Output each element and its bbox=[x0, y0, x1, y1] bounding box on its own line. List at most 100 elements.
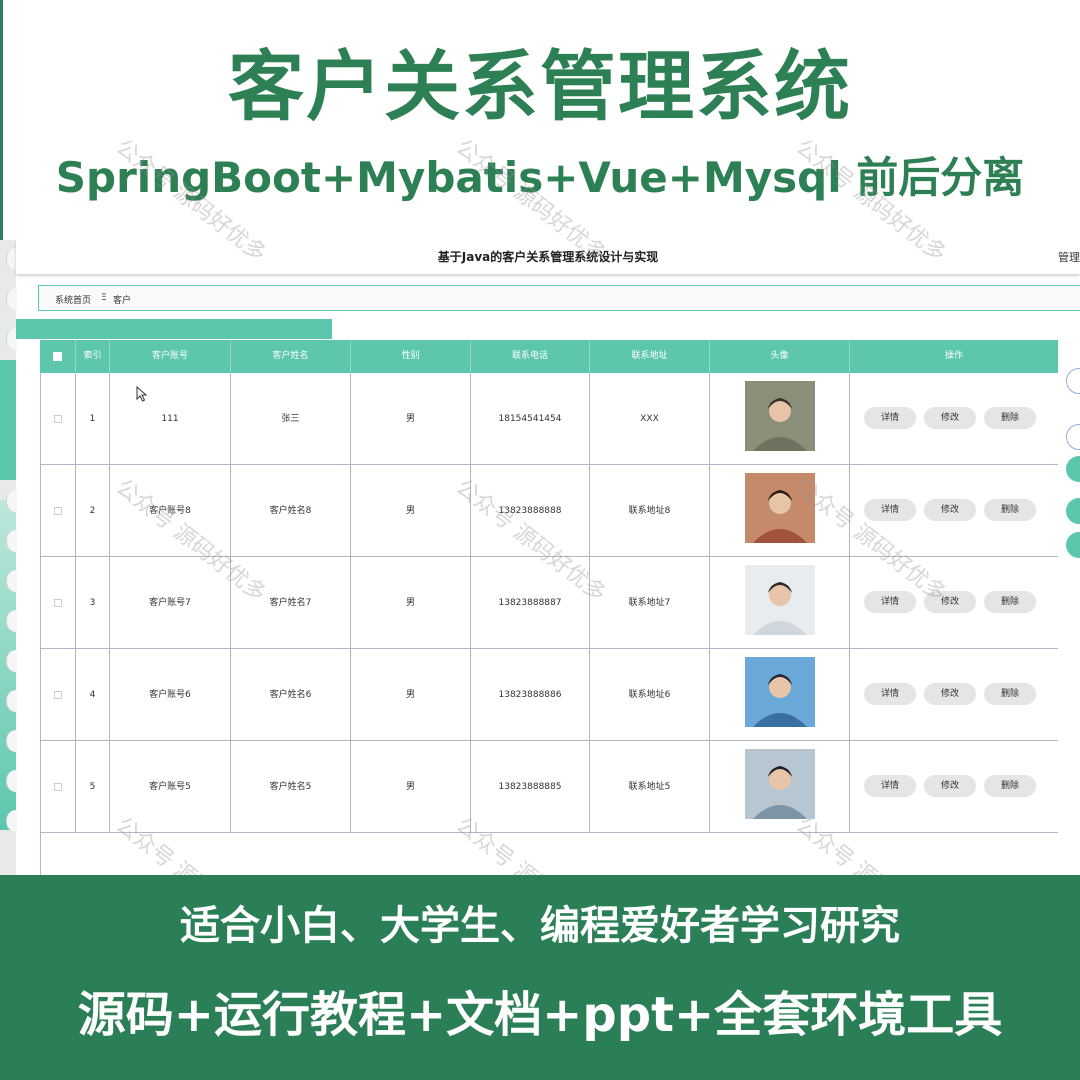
cell-actions: 详情 修改 删除 bbox=[850, 465, 1058, 557]
row-checkbox[interactable] bbox=[54, 783, 62, 791]
cell-phone: 18154541454 bbox=[471, 373, 590, 465]
float-button[interactable] bbox=[1066, 532, 1080, 558]
cell-name: 客户姓名7 bbox=[231, 557, 351, 649]
cell-index: 5 bbox=[76, 741, 110, 833]
app-title: 基于Java的客户关系管理系统设计与实现 bbox=[437, 250, 659, 264]
delete-button[interactable]: 删除 bbox=[984, 499, 1036, 521]
mouse-cursor-icon bbox=[136, 386, 148, 402]
app-screenshot: 基于Java的客户关系管理系统设计与实现 管理 系统首页 Ξ 客户 索引 客户账… bbox=[0, 240, 1080, 875]
delete-button[interactable]: 删除 bbox=[984, 683, 1036, 705]
cell-index: 1 bbox=[76, 373, 110, 465]
breadcrumb-separator-icon: Ξ bbox=[101, 293, 107, 303]
detail-button[interactable]: 详情 bbox=[864, 683, 916, 705]
cell-address: 联系地址8 bbox=[590, 465, 710, 557]
cell-avatar bbox=[710, 465, 850, 557]
table-row: 4 客户账号6 客户姓名6 男 13823888886 联系地址6 详情 修改 删除 bbox=[40, 649, 1058, 741]
edit-button[interactable]: 修改 bbox=[924, 683, 976, 705]
banner-line-2: 源码+运行教程+文档+ppt+全套环境工具 bbox=[77, 987, 1003, 1043]
cell-actions: 详情 修改 删除 bbox=[850, 741, 1058, 833]
delete-button[interactable]: 删除 bbox=[984, 407, 1036, 429]
table-row: 3 客户账号7 客户姓名7 男 13823888887 联系地址7 详情 修改 删除 bbox=[40, 557, 1058, 649]
cell-avatar bbox=[710, 741, 850, 833]
row-select-cell bbox=[40, 741, 76, 833]
cell-avatar bbox=[710, 649, 850, 741]
avatar bbox=[745, 565, 815, 635]
cell-phone: 13823888886 bbox=[471, 649, 590, 741]
row-checkbox[interactable] bbox=[54, 599, 62, 607]
cell-gender: 男 bbox=[351, 557, 471, 649]
avatar bbox=[745, 749, 815, 819]
table-row: 5 客户账号5 客户姓名5 男 13823888885 联系地址5 详情 修改 删除 bbox=[40, 741, 1058, 833]
cell-account: 客户账号7 bbox=[110, 557, 231, 649]
detail-button[interactable]: 详情 bbox=[864, 499, 916, 521]
row-checkbox[interactable] bbox=[54, 691, 62, 699]
toolbar-tab-strip bbox=[16, 319, 332, 339]
promo-banner: 适合小白、大学生、编程爱好者学习研究 源码+运行教程+文档+ppt+全套环境工具 bbox=[0, 875, 1080, 1080]
row-select-cell bbox=[40, 557, 76, 649]
avatar bbox=[745, 381, 815, 451]
cell-account: 111 bbox=[110, 373, 231, 465]
cell-gender: 男 bbox=[351, 741, 471, 833]
cell-address: 联系地址5 bbox=[590, 741, 710, 833]
row-select-cell bbox=[40, 465, 76, 557]
header-user-menu[interactable]: 管理 bbox=[1058, 249, 1080, 265]
row-checkbox[interactable] bbox=[54, 507, 62, 515]
cell-actions: 详情 修改 删除 bbox=[850, 373, 1058, 465]
app-header: 基于Java的客户关系管理系统设计与实现 管理 bbox=[16, 240, 1080, 274]
cell-gender: 男 bbox=[351, 373, 471, 465]
column-header: 索引 bbox=[76, 340, 110, 373]
table-header: 索引 客户账号 客户姓名 性别 联系电话 联系地址 头像 操作 bbox=[40, 340, 1058, 373]
table-row: 1 111 张三男 18154541454 XXX 详情 修改 删除 bbox=[40, 373, 1058, 465]
cell-index: 3 bbox=[76, 557, 110, 649]
row-select-cell bbox=[40, 649, 76, 741]
float-button[interactable] bbox=[1066, 424, 1080, 450]
detail-button[interactable]: 详情 bbox=[864, 591, 916, 613]
cell-name: 客户姓名8 bbox=[231, 465, 351, 557]
column-header: 操作 bbox=[944, 351, 963, 361]
hero-subtitle: SpringBoot+Mybatis+Vue+Mysql 前后分离 bbox=[55, 153, 1025, 202]
avatar bbox=[745, 473, 815, 543]
column-header: 头像 bbox=[710, 340, 850, 373]
cell-name: 客户姓名5 bbox=[231, 741, 351, 833]
hero-title: 客户关系管理系统 bbox=[228, 42, 852, 131]
cell-name: 客户姓名6 bbox=[231, 649, 351, 741]
edit-button[interactable]: 修改 bbox=[924, 591, 976, 613]
cell-account: 客户账号8 bbox=[110, 465, 231, 557]
cell-actions: 详情 修改 删除 bbox=[850, 649, 1058, 741]
float-button[interactable] bbox=[1066, 368, 1080, 394]
cell-index: 4 bbox=[76, 649, 110, 741]
column-header: 联系电话 bbox=[471, 340, 590, 373]
column-header: 联系地址 bbox=[590, 340, 710, 373]
delete-button[interactable]: 删除 bbox=[984, 775, 1036, 797]
cell-gender: 男 bbox=[351, 649, 471, 741]
edit-button[interactable]: 修改 bbox=[924, 407, 976, 429]
float-button[interactable] bbox=[1066, 456, 1080, 482]
detail-button[interactable]: 详情 bbox=[864, 407, 916, 429]
cell-address: 联系地址7 bbox=[590, 557, 710, 649]
select-all-checkbox[interactable] bbox=[53, 352, 62, 361]
cell-account: 客户账号5 bbox=[110, 741, 231, 833]
cell-phone: 13823888887 bbox=[471, 557, 590, 649]
cell-index: 2 bbox=[76, 465, 110, 557]
header-select-all[interactable] bbox=[40, 340, 76, 373]
breadcrumb-current: 客户 bbox=[113, 296, 132, 306]
float-button[interactable] bbox=[1066, 498, 1080, 524]
row-checkbox[interactable] bbox=[54, 415, 62, 423]
edit-button[interactable]: 修改 bbox=[924, 775, 976, 797]
row-select-cell bbox=[40, 373, 76, 465]
banner-line-1: 适合小白、大学生、编程爱好者学习研究 bbox=[180, 903, 900, 949]
cell-actions: 详情 修改 删除 bbox=[850, 557, 1058, 649]
delete-button[interactable]: 删除 bbox=[984, 591, 1036, 613]
breadcrumb-home[interactable]: 系统首页 bbox=[55, 293, 91, 306]
cell-avatar bbox=[710, 557, 850, 649]
cell-gender: 男 bbox=[351, 465, 471, 557]
detail-button[interactable]: 详情 bbox=[864, 775, 916, 797]
column-header: 性别 bbox=[351, 340, 471, 373]
cell-address: XXX bbox=[590, 373, 710, 465]
left-sidebar-strip bbox=[0, 240, 17, 875]
table-row: 2 客户账号8 客户姓名8 男 13823888888 联系地址8 详情 修改 删除 bbox=[40, 465, 1058, 557]
edit-button[interactable]: 修改 bbox=[924, 499, 976, 521]
cell-address: 联系地址6 bbox=[590, 649, 710, 741]
avatar bbox=[745, 657, 815, 727]
cell-account: 客户账号6 bbox=[110, 649, 231, 741]
